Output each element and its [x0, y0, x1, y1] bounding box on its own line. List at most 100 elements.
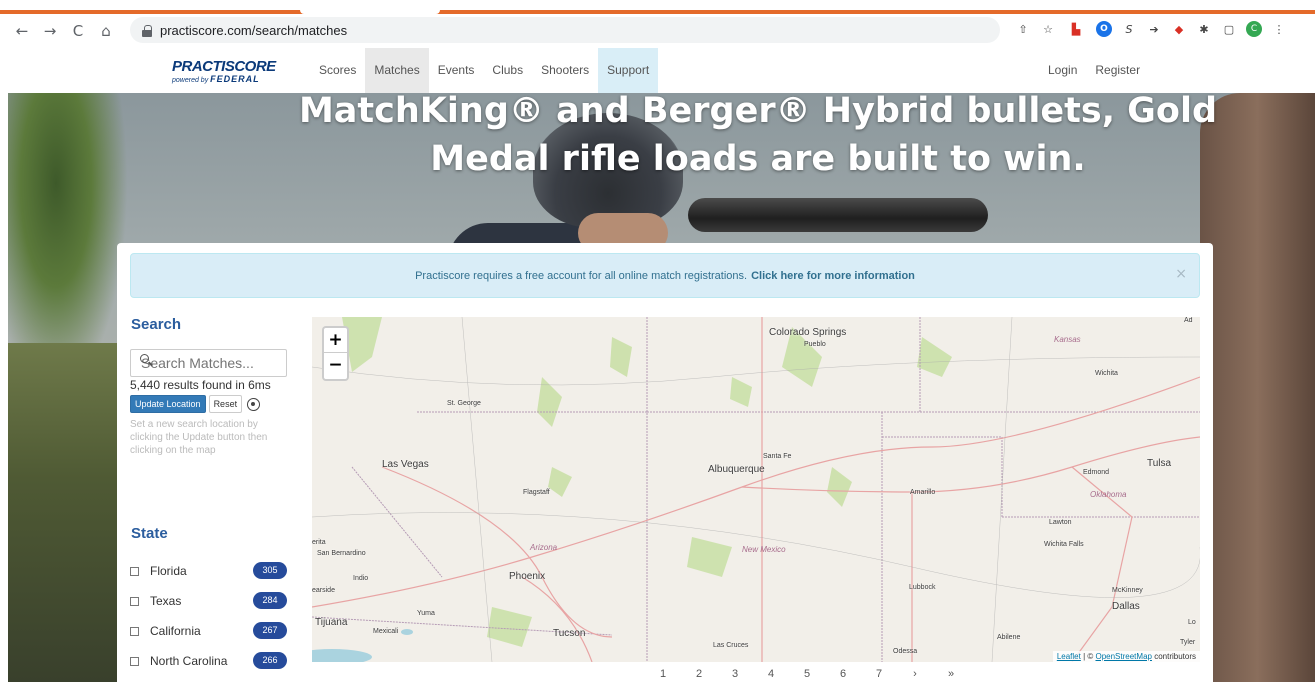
nav-events[interactable]: Events [429, 48, 484, 93]
page-link-7[interactable]: 7 [861, 668, 897, 680]
address-bar[interactable]: practiscore.com/search/matches [130, 17, 1000, 43]
map-city: Wichita Falls [1044, 541, 1084, 548]
practiscore-logo[interactable]: PRACTISCORE powered by FEDERAL [172, 58, 284, 88]
last-page-link[interactable]: » [933, 668, 969, 680]
map-city: Tyler [1180, 639, 1196, 646]
arrow-icon[interactable]: ➔ [1146, 21, 1162, 37]
locate-icon[interactable] [247, 397, 261, 411]
close-icon[interactable]: × [1175, 266, 1187, 282]
state-checkbox[interactable] [130, 596, 139, 606]
extensions-bar: ⇧ ☆ ▙ O S ➔ ◆ ✱ ▢ C ⋮ [1015, 21, 1287, 37]
next-page-link[interactable]: › [897, 668, 933, 680]
zoom-in-button[interactable]: + [324, 328, 347, 353]
map-state-label: Oklahoma [1090, 490, 1127, 499]
state-checkbox[interactable] [130, 626, 139, 636]
auth-links: Login Register [1048, 48, 1140, 93]
hero-line-2: Medal rifle loads are built to win. [430, 139, 1086, 179]
zoom-out-button[interactable]: − [324, 353, 347, 378]
state-count-badge: 284 [253, 592, 287, 609]
page-link-4[interactable]: 4 [753, 668, 789, 680]
star-icon[interactable]: ☆ [1040, 21, 1056, 37]
hero-line-1: MatchKing® and Berger® Hybrid bullets, G… [298, 93, 1218, 131]
state-item-texas[interactable]: Texas 284 [130, 586, 290, 616]
reload-icon[interactable]: C [64, 22, 92, 40]
page-link-1[interactable]: 1 [645, 668, 681, 680]
search-icon [140, 354, 149, 363]
results-count: 5,440 results found in 6ms [130, 378, 271, 392]
attribution-separator: | © [1080, 652, 1096, 661]
map-city: Albuquerque [708, 464, 765, 475]
registration-alert: Practiscore requires a free account for … [130, 253, 1200, 298]
search-panel: Practiscore requires a free account for … [117, 243, 1213, 682]
menu-icon[interactable]: ⋮ [1271, 21, 1287, 37]
state-label: North Carolina [150, 654, 228, 668]
alert-link[interactable]: Click here for more information [751, 270, 915, 282]
state-count-badge: 305 [253, 562, 287, 579]
lock-icon[interactable] [142, 24, 152, 37]
logo-wordmark: PRACTISCORE [172, 58, 276, 75]
sidebar-icon[interactable]: ▢ [1221, 21, 1237, 37]
search-input[interactable] [131, 350, 286, 376]
map-city: Amarillo [910, 489, 936, 496]
map-city: Lubbock [909, 584, 936, 591]
state-label: Texas [150, 594, 182, 608]
nav-shooters[interactable]: Shooters [532, 48, 598, 93]
map-city: Tijuana [315, 617, 348, 628]
nav-matches[interactable]: Matches [365, 48, 429, 93]
page-link-3[interactable]: 3 [717, 668, 753, 680]
nav-scores[interactable]: Scores [310, 48, 365, 93]
osm-link[interactable]: OpenStreetMap [1095, 652, 1151, 661]
share-icon[interactable]: ⇧ [1015, 21, 1031, 37]
map-city: Pueblo [804, 341, 826, 348]
register-link[interactable]: Register [1095, 48, 1140, 93]
map-city: Ad [1184, 317, 1193, 324]
opera-icon[interactable]: O [1096, 21, 1112, 37]
forward-icon[interactable]: → [36, 22, 64, 40]
page-link-5[interactable]: 5 [789, 668, 825, 680]
page-link-6[interactable]: 6 [825, 668, 861, 680]
map-city: Tucson [553, 628, 586, 639]
login-link[interactable]: Login [1048, 48, 1077, 93]
home-icon[interactable]: ⌂ [92, 22, 120, 40]
hero-headline: MatchKing® and Berger® Hybrid bullets, G… [188, 93, 1315, 183]
state-checkbox[interactable] [130, 566, 139, 576]
browser-toolbar: ← → C ⌂ practiscore.com/search/matches ⇧… [0, 14, 1315, 48]
red-extension-icon[interactable]: ◆ [1171, 21, 1187, 37]
map-state-label: Arizona [530, 543, 558, 552]
update-location-button[interactable]: Update Location [130, 395, 206, 413]
map-city: Dallas [1112, 601, 1140, 612]
s-icon[interactable]: S [1121, 21, 1137, 37]
map-city: Abilene [997, 634, 1021, 641]
map-state-label: Kansas [1054, 335, 1081, 344]
map-city: San Bernardino [317, 550, 366, 557]
map-base [312, 317, 1200, 662]
match-map[interactable]: + − Colorado Springs Pueblo Wichita St. … [312, 317, 1200, 662]
reset-button[interactable]: Reset [208, 395, 243, 413]
map-city: Lawton [1049, 519, 1072, 526]
map-city: Phoenix [509, 571, 546, 582]
leaflet-link[interactable]: Leaflet [1057, 652, 1081, 661]
extension-red-icon[interactable]: ▙ [1065, 21, 1087, 37]
map-city: Indio [353, 575, 369, 582]
state-item-north-carolina[interactable]: North Carolina 266 [130, 646, 290, 676]
map-city: Santa Fe [763, 453, 792, 460]
map-city: erita [312, 539, 326, 546]
state-checkbox[interactable] [130, 656, 139, 666]
search-field [130, 349, 287, 377]
back-icon[interactable]: ← [8, 22, 36, 40]
state-item-florida[interactable]: Florida 305 [130, 556, 290, 586]
attribution-text: contributors [1151, 652, 1196, 661]
nav-support[interactable]: Support [598, 48, 659, 93]
state-item-california[interactable]: California 267 [130, 616, 290, 646]
location-buttons: Update Location Reset [130, 395, 261, 413]
state-filter-list: Florida 305 Texas 284 California 267 Nor… [130, 556, 290, 676]
puzzle-icon[interactable]: ✱ [1196, 21, 1212, 37]
nav-clubs[interactable]: Clubs [483, 48, 532, 93]
logo-tagline: powered by FEDERAL [172, 74, 260, 84]
map-city: Las Vegas [382, 459, 429, 470]
map-city: Edmond [1083, 469, 1110, 476]
alert-text: Practiscore requires a free account for … [415, 269, 748, 282]
page-link-2[interactable]: 2 [681, 668, 717, 680]
profile-icon[interactable]: C [1246, 21, 1262, 37]
state-count-badge: 266 [253, 652, 287, 669]
